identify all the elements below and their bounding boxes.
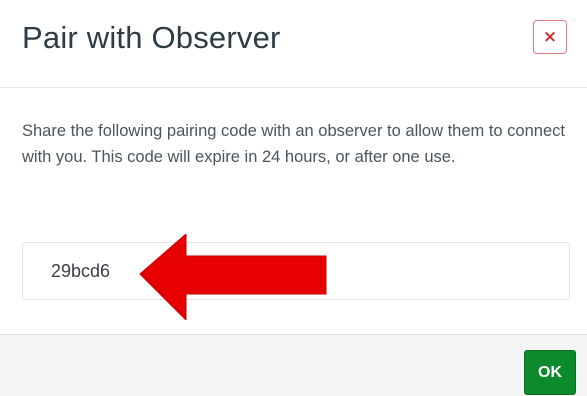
dialog-body: Share the following pairing code with an…	[0, 88, 587, 334]
ok-button[interactable]: OK	[524, 350, 576, 395]
pairing-code-value: 29bcd6	[51, 261, 111, 281]
dialog-header: Pair with Observer ×	[0, 0, 587, 88]
red-arrow-shape	[139, 234, 327, 320]
pairing-description: Share the following pairing code with an…	[22, 122, 565, 166]
pair-with-observer-dialog: Pair with Observer × Share the following…	[0, 0, 587, 396]
close-button[interactable]: ×	[533, 20, 567, 54]
dialog-footer: OK	[0, 334, 587, 396]
close-icon: ×	[542, 27, 558, 47]
red-arrow-icon	[139, 234, 327, 320]
dialog-title: Pair with Observer	[22, 20, 281, 55]
